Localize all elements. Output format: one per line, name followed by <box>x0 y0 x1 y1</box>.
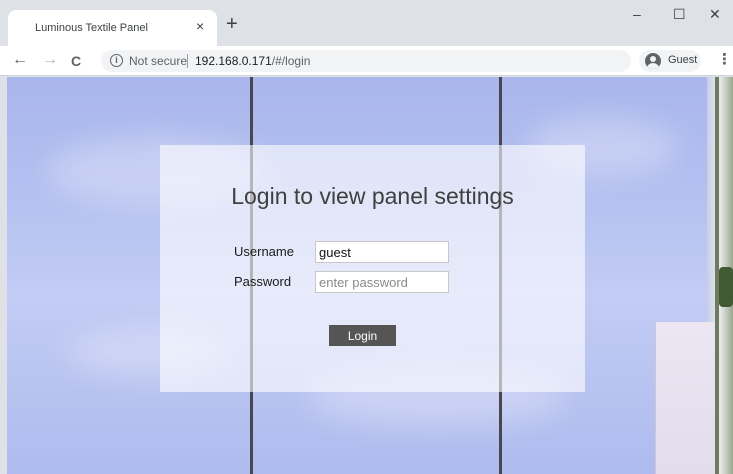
user-avatar-icon <box>645 53 661 69</box>
profile-button[interactable]: Guest <box>639 50 701 72</box>
browser-menu-icon[interactable]: ⋮ <box>717 50 732 68</box>
address-bar[interactable]: i Not secure 192.168.0.171/#/login <box>101 50 631 72</box>
username-label: Username <box>234 244 294 259</box>
url-text[interactable]: 192.168.0.171/#/login <box>195 54 310 68</box>
back-arrow-icon[interactable]: ← <box>12 51 28 69</box>
login-title: Login to view panel settings <box>231 183 514 209</box>
page-viewport: Login to view panel settings Username Pa… <box>7 77 733 474</box>
password-label: Password <box>234 274 292 289</box>
url-path: /#/login <box>271 54 311 68</box>
browser-toolbar: ← → C i Not secure 192.168.0.171/#/login… <box>0 46 733 76</box>
reload-icon[interactable]: C <box>71 52 81 70</box>
minimize-icon[interactable]: – <box>633 6 641 22</box>
background-foliage <box>719 267 733 307</box>
new-tab-button[interactable]: + <box>226 14 238 34</box>
background-pillar <box>655 322 715 474</box>
maximize-icon[interactable]: ☐ <box>673 6 686 23</box>
tab-strip: Luminous Textile Panel × + – ☐ ✕ <box>0 0 733 46</box>
password-input[interactable] <box>315 271 449 293</box>
info-icon[interactable]: i <box>110 54 123 67</box>
login-button[interactable]: Login <box>329 325 396 346</box>
tab-close-icon[interactable]: × <box>196 18 204 34</box>
tab-title: Luminous Textile Panel <box>35 22 148 34</box>
security-indicator[interactable]: Not secure <box>129 54 187 68</box>
login-panel: Login to view panel settings Username Pa… <box>160 145 585 392</box>
username-input[interactable] <box>315 241 449 263</box>
close-window-icon[interactable]: ✕ <box>709 6 721 23</box>
forward-arrow-icon[interactable]: → <box>42 51 58 69</box>
url-host: 192.168.0.171 <box>195 54 272 68</box>
address-separator <box>187 54 188 68</box>
profile-label: Guest <box>668 54 698 66</box>
browser-tab[interactable]: Luminous Textile Panel × <box>8 10 217 46</box>
